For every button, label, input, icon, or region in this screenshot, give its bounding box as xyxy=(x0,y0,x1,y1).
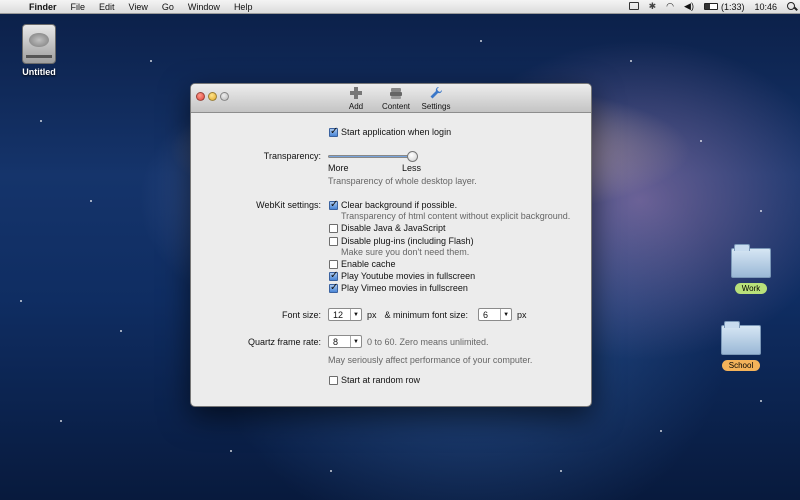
font-size-label: Font size: xyxy=(281,310,321,320)
menu-go[interactable]: Go xyxy=(155,2,181,12)
menu-help[interactable]: Help xyxy=(227,2,260,12)
disable-plugins-label: Disable plug-ins (including Flash) xyxy=(341,236,474,246)
folder-label-work: Work xyxy=(734,283,768,294)
youtube-fullscreen-label: Play Youtube movies in fullscreen xyxy=(341,271,476,281)
quartz-frame-rate-label: Quartz frame rate: xyxy=(247,337,321,347)
quartz-frame-rate-select[interactable]: 8 ▼ xyxy=(328,335,362,348)
content-stack-icon xyxy=(390,88,402,99)
min-font-size-label: & minimum font size: xyxy=(384,309,469,320)
toolbar-add-label: Add xyxy=(348,102,364,111)
window-titlebar[interactable]: Add Content Settings xyxy=(191,84,591,113)
transparency-hint: Transparency of whole desktop layer. xyxy=(328,176,477,186)
min-font-size-unit: px xyxy=(517,309,527,320)
transparency-slider[interactable] xyxy=(328,151,418,162)
wifi-icon[interactable]: ◠ xyxy=(661,1,679,12)
webkit-option-row[interactable]: Play Vimeo movies in fullscreen xyxy=(329,282,468,293)
transparency-label: Transparency: xyxy=(263,151,321,161)
toolbar-add-button[interactable]: Add xyxy=(341,86,371,111)
close-button[interactable] xyxy=(196,92,205,101)
settings-pane: Start application when login Transparenc… xyxy=(191,114,591,406)
transparency-min-label: More xyxy=(328,163,349,173)
toolbar-content-label: Content xyxy=(381,102,411,111)
preferences-window: Add Content Settings Start application w… xyxy=(190,83,592,407)
vimeo-fullscreen-label: Play Vimeo movies in fullscreen xyxy=(341,283,468,293)
webkit-option-row[interactable]: Clear background if possible. xyxy=(329,199,458,210)
battery-icon[interactable]: (1:33) xyxy=(699,2,750,12)
zoom-button[interactable] xyxy=(220,92,229,101)
clear-background-hint: Transparency of html content without exp… xyxy=(341,211,571,221)
folder-icon xyxy=(721,321,761,355)
youtube-fullscreen-checkbox[interactable] xyxy=(329,270,338,281)
font-size-select[interactable]: 12 ▼ xyxy=(328,308,362,321)
min-font-size-value: 6 xyxy=(483,309,489,320)
disable-plugins-checkbox[interactable] xyxy=(329,236,338,246)
vimeo-fullscreen-checkbox[interactable] xyxy=(329,282,338,293)
start-at-login-label: Start application when login xyxy=(341,127,452,137)
transparency-slider-fill xyxy=(329,156,413,157)
clear-background-checkbox[interactable] xyxy=(329,199,338,210)
wrench-icon xyxy=(430,86,443,99)
start-at-login-checkbox[interactable] xyxy=(329,126,338,137)
menu-file[interactable]: File xyxy=(64,2,93,12)
webkit-settings-label: WebKit settings: xyxy=(256,200,321,210)
font-size-value: 12 xyxy=(333,309,344,320)
desktop-folder-work[interactable]: Work xyxy=(731,244,771,294)
minimize-button[interactable] xyxy=(208,92,217,101)
font-size-row: 12 ▼ px & minimum font size: 6 ▼ px xyxy=(328,308,527,321)
random-row-checkbox[interactable] xyxy=(329,375,338,385)
desktop-folder-school[interactable]: School xyxy=(721,321,761,371)
chevron-down-icon: ▼ xyxy=(350,309,361,320)
window-controls xyxy=(196,92,229,101)
menu-app-finder[interactable]: Finder xyxy=(22,2,64,12)
transparency-slider-knob[interactable] xyxy=(407,151,418,162)
start-at-login-row[interactable]: Start application when login xyxy=(329,126,452,137)
font-size-unit: px xyxy=(367,309,377,320)
battery-time: (1:33) xyxy=(720,1,745,12)
chevron-down-icon: ▼ xyxy=(500,309,511,320)
quartz-range-hint: 0 to 60. Zero means unlimited. xyxy=(367,336,489,347)
plus-icon xyxy=(350,87,362,99)
toolbar-settings-button[interactable]: Settings xyxy=(421,86,451,111)
spotlight-search-icon[interactable] xyxy=(782,1,800,12)
random-row-label: Start at random row xyxy=(341,375,421,385)
toolbar-settings-label: Settings xyxy=(421,102,451,111)
disable-java-checkbox[interactable] xyxy=(329,223,338,233)
disable-plugins-hint: Make sure you don't need them. xyxy=(341,247,470,257)
enable-cache-label: Enable cache xyxy=(341,259,396,269)
folder-icon xyxy=(731,244,771,278)
drive-label: Untitled xyxy=(22,67,56,77)
menu-view[interactable]: View xyxy=(122,2,155,12)
quartz-performance-hint: May seriously affect performance of your… xyxy=(328,355,533,365)
webkit-option-row[interactable]: Play Youtube movies in fullscreen xyxy=(329,270,476,281)
menu-bar: Finder File Edit View Go Window Help ✱ ◠… xyxy=(0,0,800,14)
quartz-frame-rate-value: 8 xyxy=(333,336,339,347)
disable-java-label: Disable Java & JavaScript xyxy=(341,223,446,233)
min-font-size-select[interactable]: 6 ▼ xyxy=(478,308,513,321)
menubar-clock[interactable]: 10:46 xyxy=(749,2,782,12)
enable-cache-checkbox[interactable] xyxy=(329,259,338,269)
bluetooth-icon[interactable]: ✱ xyxy=(644,1,662,12)
random-row-row[interactable]: Start at random row xyxy=(329,375,420,385)
quartz-row: 8 ▼ 0 to 60. Zero means unlimited. xyxy=(328,335,489,348)
status-area: ✱ ◠ ◀) (1:33) 10:46 xyxy=(624,0,800,14)
webkit-option-row[interactable]: Enable cache xyxy=(329,259,396,269)
volume-icon[interactable]: ◀) xyxy=(679,1,699,12)
app-status-icon[interactable] xyxy=(624,1,644,12)
clear-background-label: Clear background if possible. xyxy=(341,200,458,210)
desktop-drive[interactable]: Untitled xyxy=(22,24,56,77)
webkit-option-row[interactable]: Disable Java & JavaScript xyxy=(329,223,446,233)
hard-drive-icon xyxy=(22,24,56,64)
preferences-toolbar: Add Content Settings xyxy=(341,86,451,111)
webkit-option-row[interactable]: Disable plug-ins (including Flash) xyxy=(329,236,474,246)
menu-edit[interactable]: Edit xyxy=(92,2,122,12)
chevron-down-icon: ▼ xyxy=(350,336,361,347)
transparency-max-label: Less xyxy=(402,163,422,173)
toolbar-content-button[interactable]: Content xyxy=(381,86,411,111)
folder-label-school: School xyxy=(721,360,761,371)
menu-window[interactable]: Window xyxy=(181,2,227,12)
